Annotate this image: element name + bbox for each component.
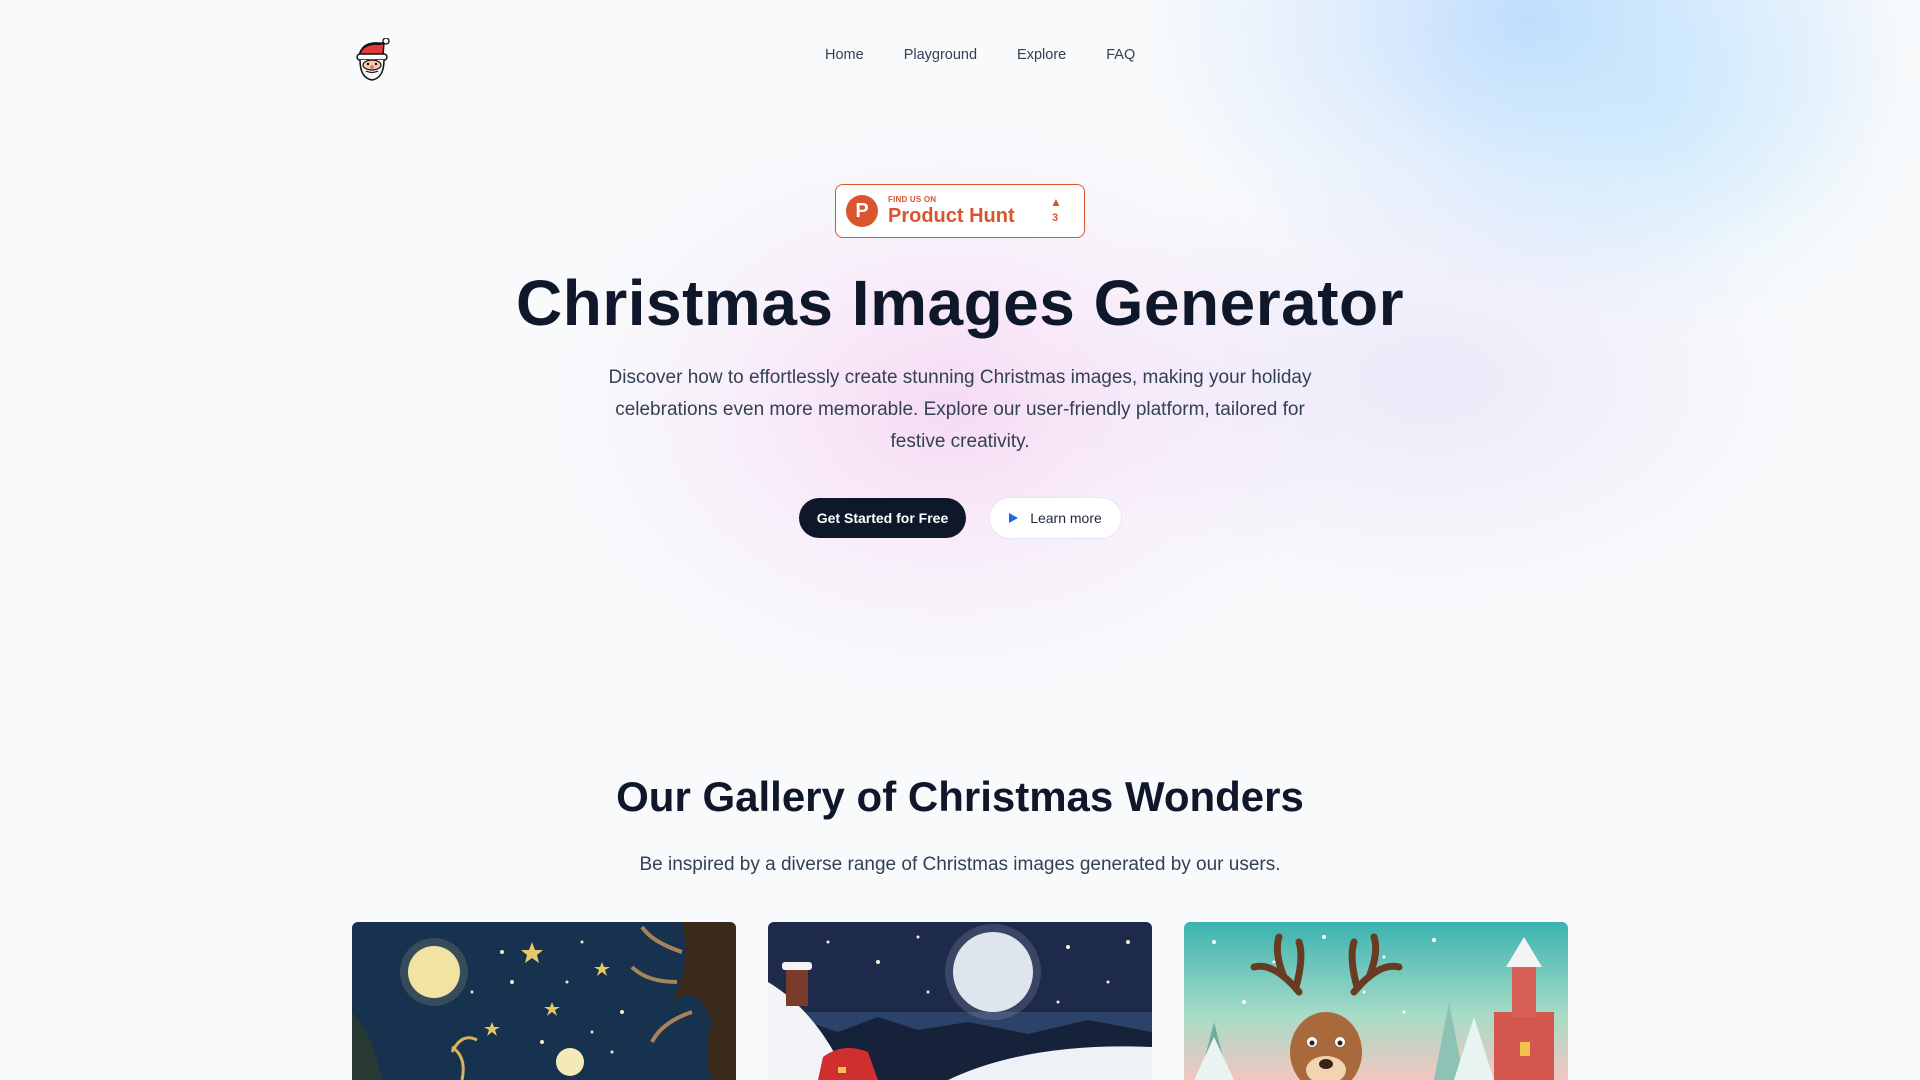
gallery-image-night-sky[interactable] bbox=[352, 922, 736, 1080]
product-hunt-caption: FIND US ON bbox=[888, 195, 937, 204]
nav-links: Home Playground Explore FAQ bbox=[825, 47, 1135, 63]
hero-subtitle: Discover how to effortlessly create stun… bbox=[608, 367, 1312, 452]
nav-link-home[interactable]: Home bbox=[825, 47, 864, 63]
product-hunt-logo-icon: P bbox=[846, 195, 878, 227]
play-icon bbox=[1009, 513, 1019, 523]
nav-link-explore[interactable]: Explore bbox=[1017, 47, 1066, 63]
top-navigation: Home Playground Explore FAQ bbox=[0, 0, 1920, 110]
upvote-count: 3 bbox=[1052, 212, 1059, 224]
product-hunt-name: Product Hunt bbox=[888, 205, 1015, 227]
santa-face-icon[interactable] bbox=[352, 37, 392, 82]
get-started-button[interactable]: Get Started for Free bbox=[799, 498, 966, 538]
product-hunt-badge[interactable]: P FIND US ON Product Hunt ▲ 3 bbox=[835, 184, 1085, 238]
nav-link-playground[interactable]: Playground bbox=[904, 47, 977, 63]
gallery-image-reindeer[interactable] bbox=[1184, 922, 1568, 1080]
triangle-up-icon: ▲ bbox=[1050, 195, 1062, 209]
hero-title: Christmas Images Generator bbox=[516, 267, 1404, 339]
gallery-title: Our Gallery of Christmas Wonders bbox=[616, 773, 1304, 820]
learn-more-label: Learn more bbox=[1030, 510, 1102, 526]
learn-more-button[interactable]: Learn more bbox=[989, 497, 1122, 539]
gallery-subtitle: Be inspired by a diverse range of Christ… bbox=[639, 854, 1281, 875]
gallery-image-santa-moon[interactable] bbox=[768, 922, 1152, 1080]
nav-link-faq[interactable]: FAQ bbox=[1106, 47, 1135, 63]
